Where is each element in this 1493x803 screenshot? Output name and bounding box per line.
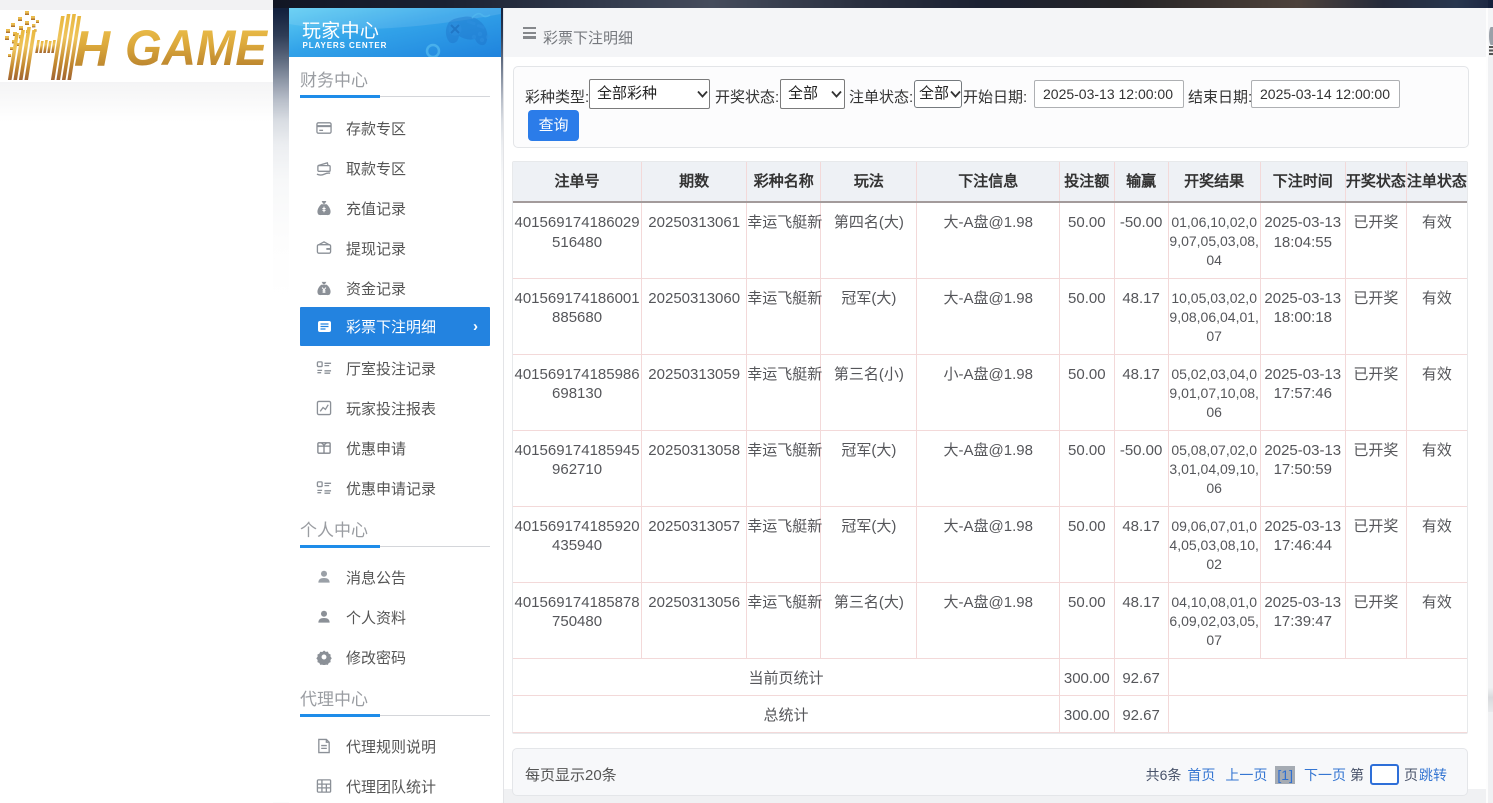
svg-text:H: H — [74, 21, 111, 77]
svg-text:GAME: GAME — [125, 20, 269, 76]
